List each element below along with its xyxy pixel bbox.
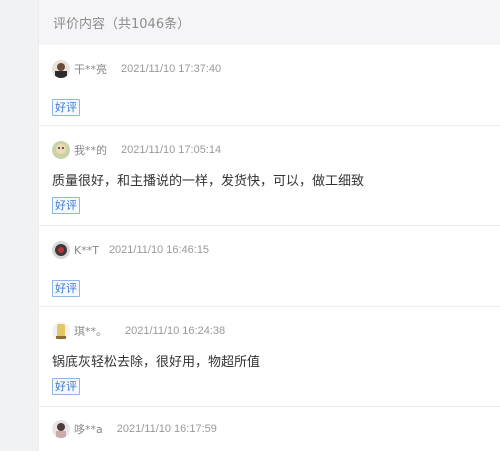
reviewer-name: 干**亮 [74, 63, 107, 76]
review-header: 评价内容（共1046条） [39, 0, 500, 45]
rating-tag: 好评 [52, 280, 80, 297]
reviewer-name: 琪**。 [74, 325, 107, 338]
review-meta: 干**亮 2021/11/10 17:37:40 [52, 57, 500, 81]
avatar[interactable] [52, 241, 70, 259]
review-meta: 琪**。 2021/11/10 16:24:38 [52, 319, 500, 343]
review-item: 我**的 2021/11/10 17:05:14 质量很好，和主播说的一样，发货… [39, 126, 500, 226]
review-item: 哆**a 2021/11/10 16:17:59 [39, 407, 500, 467]
review-time: 2021/11/10 16:17:59 [116, 423, 217, 435]
review-item: K**T 2021/11/10 16:46:15 好评 [39, 226, 500, 307]
avatar[interactable] [52, 60, 70, 78]
review-meta: 哆**a 2021/11/10 16:17:59 [52, 417, 500, 441]
review-list: 干**亮 2021/11/10 17:37:40 好评 我**的 2021/11… [39, 45, 500, 467]
avatar[interactable] [52, 141, 70, 159]
review-item: 琪**。 2021/11/10 16:24:38 锅底灰轻松去除，很好用，物超所… [39, 307, 500, 407]
review-time: 2021/11/10 17:37:40 [121, 63, 222, 75]
review-item: 干**亮 2021/11/10 17:37:40 好评 [39, 45, 500, 126]
review-text: 质量很好，和主播说的一样，发货快，可以，做工细致 [52, 174, 365, 189]
rating-tag: 好评 [52, 378, 80, 395]
review-time: 2021/11/10 16:46:15 [108, 244, 210, 256]
reviewer-name: K**T [74, 243, 99, 257]
avatar[interactable] [52, 322, 70, 340]
left-gutter [0, 0, 38, 451]
review-meta: 我**的 2021/11/10 17:05:14 [52, 138, 500, 162]
review-count-title: 评价内容（共1046条） [53, 17, 191, 32]
review-panel: 评价内容（共1046条） 干**亮 2021/11/10 17:37:40 好评 [38, 0, 500, 451]
reviewer-name: 哆**a [74, 423, 103, 436]
review-time: 2021/11/10 16:24:38 [125, 325, 226, 337]
rating-tag: 好评 [52, 99, 80, 116]
rating-tag: 好评 [52, 197, 80, 214]
reviewer-name: 我**的 [74, 144, 107, 157]
avatar[interactable] [52, 420, 70, 438]
review-time: 2021/11/10 17:05:14 [121, 144, 222, 156]
review-text: 锅底灰轻松去除，很好用，物超所值 [52, 355, 261, 370]
review-meta: K**T 2021/11/10 16:46:15 [52, 238, 500, 262]
